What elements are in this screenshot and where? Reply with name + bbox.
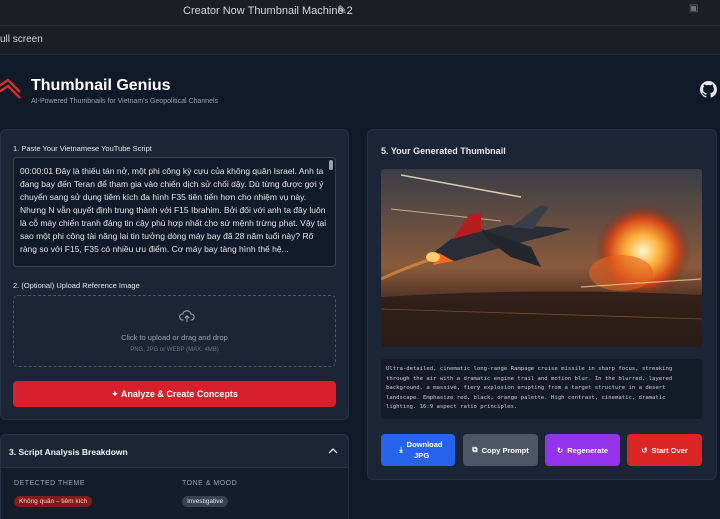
upload-hint: PNG, JPG or WEBP (MAX. 4MB) [130, 347, 219, 353]
upload-dropzone[interactable]: Click to upload or drag and drop PNG, JP… [13, 295, 336, 367]
logo-icon [0, 78, 21, 99]
pencil-icon[interactable]: ✎ [337, 3, 347, 17]
theme-badge: Không quân – tiêm kích [14, 496, 93, 507]
script-scrollbar[interactable] [329, 160, 333, 170]
tone-heading: TONE & MOOD [182, 480, 238, 487]
github-icon[interactable] [700, 81, 717, 98]
breakdown-header[interactable]: 3. Script Analysis Breakdown [0, 434, 349, 468]
start-over-button[interactable]: ↺ Start Over [627, 434, 702, 466]
save-icon[interactable]: ▣ [689, 3, 698, 14]
breakdown-body: DETECTED THEME Không quân – tiêm kích TO… [0, 468, 349, 519]
copy-prompt-button[interactable]: ⧉ Copy Prompt [463, 434, 538, 466]
upload-label: 2. (Optional) Upload Reference Image [13, 281, 140, 290]
refresh-icon: ↻ [556, 445, 564, 455]
generated-thumbnail [381, 169, 702, 347]
fullscreen-link[interactable]: ull screen [0, 34, 43, 45]
download-button[interactable]: ⤓ Download JPG [381, 434, 455, 466]
chevron-up-icon[interactable] [328, 447, 338, 455]
script-textarea[interactable]: 00:00:01 Đây là thiếu tán nở, một phi cô… [13, 157, 336, 267]
window-title: Creator Now Thumbnail Machine 2 [183, 5, 353, 17]
window-titlebar: Creator Now Thumbnail Machine 2 ✎ ▣ [0, 0, 720, 26]
tone-badge: Investigative [182, 496, 229, 507]
regenerate-button[interactable]: ↻ Regenerate [545, 434, 620, 466]
start-over-label: Start Over [651, 445, 688, 455]
breakdown-title: 3. Script Analysis Breakdown [9, 447, 128, 457]
copy-icon: ⧉ [472, 445, 478, 454]
download-label: Download JPG [406, 440, 443, 460]
analyze-label: Analyze & Create Concepts [120, 389, 238, 399]
download-icon: ⤓ [399, 445, 403, 454]
cloud-upload-icon [179, 310, 195, 322]
app-root: Thumbnail Genius AI-Powered Thumbnails f… [0, 56, 720, 519]
upload-cta: Click to upload or drag and drop [121, 333, 228, 342]
undo-icon: ↺ [641, 445, 648, 455]
toolbar: ull screen [0, 26, 720, 55]
sparkle-icon: ✦ [111, 389, 121, 399]
regenerate-label: Regenerate [567, 445, 609, 455]
theme-heading: DETECTED THEME [14, 480, 86, 487]
brand-title: Thumbnail Genius [31, 77, 171, 94]
copy-label: Copy Prompt [481, 445, 529, 455]
result-title: 5. Your Generated Thumbnail [381, 146, 506, 156]
script-label: 1. Paste Your Vietnamese YouTube Script [13, 144, 152, 153]
brand-tagline: AI-Powered Thumbnails for Vietnam's Geop… [31, 98, 219, 105]
analyze-button[interactable]: ✦ Analyze & Create Concepts [13, 381, 336, 407]
prompt-text: Ultra-detailed, cinematic long-range Ram… [381, 359, 702, 419]
